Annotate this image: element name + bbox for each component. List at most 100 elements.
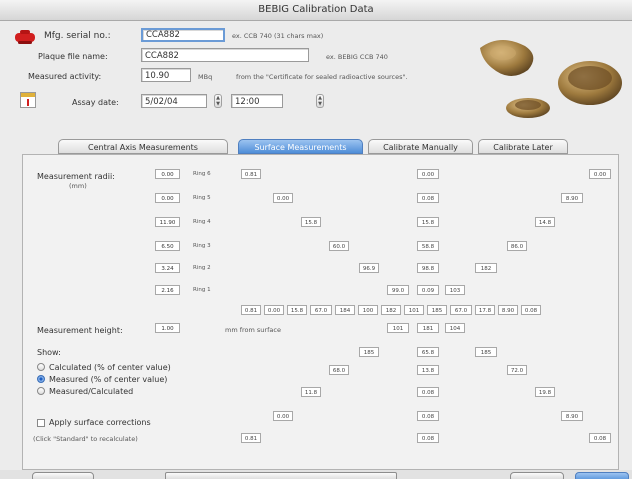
ring6-label: Ring 6: [193, 171, 211, 177]
mfg-serial-input[interactable]: CCA882: [141, 28, 225, 42]
tab-calibrate-later[interactable]: Calibrate Later: [478, 139, 568, 154]
ok-button[interactable]: [575, 472, 629, 479]
center-row-cell: 182: [381, 305, 401, 315]
apply-corrections-label[interactable]: Apply surface corrections: [49, 418, 151, 427]
radio-calculated-label[interactable]: Calculated (% of center value): [49, 363, 171, 372]
radius-input-ring6[interactable]: 0.00: [155, 169, 180, 179]
grid-cell: 182: [475, 263, 497, 273]
grid-cell: 96.9: [359, 263, 379, 273]
ring2-label: Ring 2: [193, 265, 211, 271]
center-row-cell: 0.00: [264, 305, 284, 315]
grid-cell: 14.8: [535, 217, 555, 227]
measurement-height-label: Measurement height:: [37, 326, 123, 335]
grid-cell: 68.0: [329, 365, 349, 375]
assay-date-label: Assay date:: [72, 98, 119, 107]
grid-cell: 181: [417, 323, 439, 333]
measured-activity-input[interactable]: 10.90: [141, 68, 191, 82]
grid-cell: 103: [445, 285, 465, 295]
grid-cell: 0.81: [241, 169, 261, 179]
grid-cell: 86.0: [507, 241, 527, 251]
grid-cell: 0.81: [241, 433, 261, 443]
radius-input-ring3[interactable]: 6.50: [155, 241, 180, 251]
grid-cell: 72.0: [507, 365, 527, 375]
radius-input-ring1[interactable]: 2.16: [155, 285, 180, 295]
grid-cell: 0.08: [417, 387, 439, 397]
ring4-label: Ring 4: [193, 219, 211, 225]
ring3-label: Ring 3: [193, 243, 211, 249]
plaque-file-hint: ex. BEBIG CCB 740: [326, 53, 388, 61]
title-bar: BEBIG Calibration Data: [0, 0, 632, 21]
radius-input-ring5[interactable]: 0.00: [155, 193, 180, 203]
grid-cell: 98.8: [417, 263, 439, 273]
show-label: Show:: [37, 348, 61, 357]
center-row-cell: 0.81: [241, 305, 261, 315]
center-row-cell: 100: [358, 305, 378, 315]
calendar-icon[interactable]: [20, 92, 36, 108]
grid-cell: 185: [475, 347, 497, 357]
grid-cell: 104: [445, 323, 465, 333]
plaque-photos: [470, 28, 630, 128]
center-row-cell: 67.0: [310, 305, 332, 315]
grid-cell: 0.00: [589, 169, 611, 179]
segmented-control[interactable]: [165, 472, 397, 479]
radius-input-ring2[interactable]: 3.24: [155, 263, 180, 273]
radio-measured[interactable]: [37, 375, 45, 383]
recalculate-note: (Click "Standard" to recalculate): [33, 435, 138, 443]
radio-measured-calculated-label[interactable]: Measured/Calculated: [49, 387, 133, 396]
center-row-cell: 0.08: [521, 305, 541, 315]
grid-cell: 0.08: [417, 433, 439, 443]
window-title: BEBIG Calibration Data: [258, 4, 374, 15]
center-row-cell: 8.90: [498, 305, 518, 315]
grid-cell: 11.8: [301, 387, 321, 397]
measurement-height-unit: mm from surface: [225, 326, 281, 334]
radius-input-ring4[interactable]: 11.90: [155, 217, 180, 227]
grid-cell: 99.0: [387, 285, 409, 295]
grid-cell: 0.08: [589, 433, 611, 443]
mfg-serial-hint: ex. CCB 740 (31 chars max): [232, 32, 324, 40]
grid-cell: 0.00: [273, 193, 293, 203]
center-row-cell: 15.8: [287, 305, 307, 315]
assay-time-stepper[interactable]: ▲ ▼: [316, 94, 324, 108]
cancel-button[interactable]: [510, 472, 564, 479]
tab-central-axis[interactable]: Central Axis Measurements: [58, 139, 228, 154]
grid-cell: 65.8: [417, 347, 439, 357]
measurement-height-input[interactable]: 1.00: [155, 323, 180, 333]
assay-time-input[interactable]: 12:00: [231, 94, 283, 108]
activity-hint: from the "Certificate for sealed radioac…: [236, 73, 408, 81]
tab-calibrate-manually[interactable]: Calibrate Manually: [368, 139, 473, 154]
standard-button[interactable]: [32, 472, 94, 479]
plaque-logo-icon: [14, 28, 36, 46]
center-row-cell: 101: [404, 305, 424, 315]
surface-measurements-panel: Measurement radii: (mm) 0.00 Ring 6 0.00…: [22, 154, 619, 470]
ring1-label: Ring 1: [193, 287, 211, 293]
radii-label: Measurement radii:: [37, 172, 115, 181]
radio-calculated[interactable]: [37, 363, 45, 371]
grid-cell: 8.90: [561, 193, 583, 203]
center-row-cell: 17.8: [475, 305, 495, 315]
grid-cell: 19.8: [535, 387, 555, 397]
assay-date-stepper[interactable]: ▲ ▼: [214, 94, 222, 108]
assay-date-input[interactable]: 5/02/04: [141, 94, 207, 108]
radio-measured-calculated[interactable]: [37, 387, 45, 395]
grid-cell: 13.8: [417, 365, 439, 375]
ring5-label: Ring 5: [193, 195, 211, 201]
grid-cell: 58.8: [417, 241, 439, 251]
center-row-cell: 185: [427, 305, 447, 315]
radio-measured-label[interactable]: Measured (% of center value): [49, 375, 167, 384]
apply-corrections-checkbox[interactable]: [37, 419, 45, 427]
grid-cell: 8.90: [561, 411, 583, 421]
grid-cell: 15.8: [301, 217, 321, 227]
grid-cell: 0.08: [417, 193, 439, 203]
activity-unit: MBq: [198, 73, 213, 81]
grid-cell: 185: [359, 347, 379, 357]
radii-unit: (mm): [69, 182, 87, 190]
measured-activity-label: Measured activity:: [28, 72, 102, 81]
grid-cell: 0.09: [417, 285, 439, 295]
plaque-file-input[interactable]: CCA882: [141, 48, 309, 62]
grid-cell: 60.0: [329, 241, 349, 251]
center-row-cell: 184: [335, 305, 355, 315]
tab-surface-measurements[interactable]: Surface Measurements: [238, 139, 363, 154]
mfg-serial-label: Mfg. serial no.:: [44, 31, 111, 41]
grid-cell: 0.00: [273, 411, 293, 421]
grid-cell: 0.00: [417, 169, 439, 179]
